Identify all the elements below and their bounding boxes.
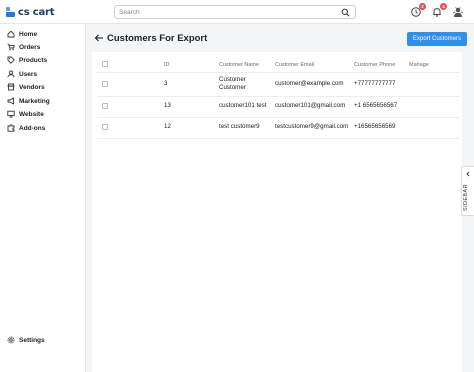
vendors-icon bbox=[7, 83, 15, 91]
row-divider bbox=[97, 72, 460, 73]
right-sidebar-label: SIDEBAR bbox=[463, 184, 469, 211]
search-icon[interactable] bbox=[341, 8, 350, 17]
sidebar-item-settings[interactable]: Settings bbox=[7, 335, 45, 345]
cart-icon bbox=[7, 43, 15, 51]
logo-icon bbox=[6, 7, 16, 17]
sidebar-item-label: Settings bbox=[19, 336, 45, 344]
select-all-checkbox[interactable] bbox=[102, 61, 108, 67]
back-arrow-icon[interactable] bbox=[94, 33, 104, 43]
search-input[interactable] bbox=[115, 6, 335, 18]
customer-id: 13 bbox=[164, 102, 171, 109]
left-sidebar: Home Orders Products Users Vendors Marke… bbox=[0, 24, 86, 372]
row-divider bbox=[97, 138, 460, 139]
sidebar-item-label: Home bbox=[19, 30, 38, 38]
column-header-name[interactable]: Customer Name bbox=[219, 62, 259, 68]
tag-icon bbox=[7, 56, 15, 64]
sidebar-item-label: Orders bbox=[19, 43, 41, 51]
search-box bbox=[114, 5, 356, 19]
row-checkbox[interactable] bbox=[102, 124, 108, 130]
customer-email: customer101@gmail.com bbox=[275, 102, 346, 109]
sidebar-item-label: Website bbox=[19, 110, 44, 118]
notifications-badge: 2 bbox=[419, 3, 426, 10]
sidebar-item-label: Products bbox=[19, 56, 48, 64]
page-title: Customers For Export bbox=[107, 33, 208, 44]
sidebar-item-label: Add-ons bbox=[19, 124, 46, 132]
sidebar-item-label: Marketing bbox=[19, 97, 50, 105]
notifications-button[interactable]: 2 bbox=[410, 3, 426, 18]
row-checkbox[interactable] bbox=[102, 81, 108, 87]
customer-id: 12 bbox=[164, 123, 171, 130]
sidebar-item-users[interactable]: Users bbox=[7, 69, 37, 79]
customer-name-line2: Customer bbox=[219, 84, 246, 91]
puzzle-icon bbox=[7, 124, 15, 132]
sidebar-item-label: Users bbox=[19, 70, 38, 78]
column-header-phone[interactable]: Customer Phone bbox=[354, 62, 395, 68]
chevron-left-icon bbox=[466, 171, 470, 177]
avatar-icon bbox=[452, 7, 464, 17]
top-bar: cs cart 2 4 bbox=[0, 0, 474, 24]
customer-email: testcustomer9@gmail.com bbox=[275, 123, 349, 130]
sidebar-item-website[interactable]: Website bbox=[7, 109, 44, 119]
alerts-button[interactable]: 4 bbox=[431, 3, 447, 18]
sidebar-item-marketing[interactable]: Marketing bbox=[7, 96, 50, 106]
customer-id: 3 bbox=[164, 80, 168, 87]
logo[interactable]: cs cart bbox=[6, 6, 55, 18]
home-icon bbox=[7, 30, 15, 38]
row-divider bbox=[97, 96, 460, 97]
sidebar-item-label: Vendors bbox=[19, 83, 45, 91]
sidebar-item-vendors[interactable]: Vendors bbox=[7, 82, 45, 92]
row-checkbox[interactable] bbox=[102, 103, 108, 109]
user-menu-button[interactable] bbox=[452, 6, 464, 18]
customer-name: customer101 test bbox=[219, 102, 267, 109]
customer-name: Customer bbox=[219, 76, 246, 83]
gear-icon bbox=[7, 336, 15, 344]
monitor-icon bbox=[7, 110, 15, 118]
column-header-id[interactable]: ID bbox=[164, 62, 170, 68]
export-customers-button[interactable]: Export Customers bbox=[407, 32, 467, 46]
customers-table-panel bbox=[92, 52, 462, 372]
column-header-email[interactable]: Customer Email bbox=[275, 62, 314, 68]
logo-text: cs cart bbox=[18, 6, 55, 18]
customer-email: customer@example.com bbox=[275, 80, 344, 87]
right-sidebar-toggle[interactable]: SIDEBAR bbox=[461, 166, 474, 216]
customer-phone: +1 6565656567 bbox=[354, 102, 398, 109]
megaphone-icon bbox=[7, 97, 14, 105]
customer-phone: +16565656569 bbox=[354, 123, 396, 130]
column-header-manage: Manage bbox=[409, 62, 429, 68]
alerts-badge: 4 bbox=[440, 3, 447, 10]
customer-phone: +77777777777 bbox=[354, 80, 396, 87]
customer-name: test customer9 bbox=[219, 123, 260, 130]
sidebar-item-home[interactable]: Home bbox=[7, 29, 37, 39]
sidebar-item-products[interactable]: Products bbox=[7, 55, 47, 65]
sidebar-item-orders[interactable]: Orders bbox=[7, 42, 40, 52]
sidebar-item-addons[interactable]: Add-ons bbox=[7, 123, 45, 133]
user-icon bbox=[7, 70, 15, 78]
row-divider bbox=[97, 117, 460, 118]
